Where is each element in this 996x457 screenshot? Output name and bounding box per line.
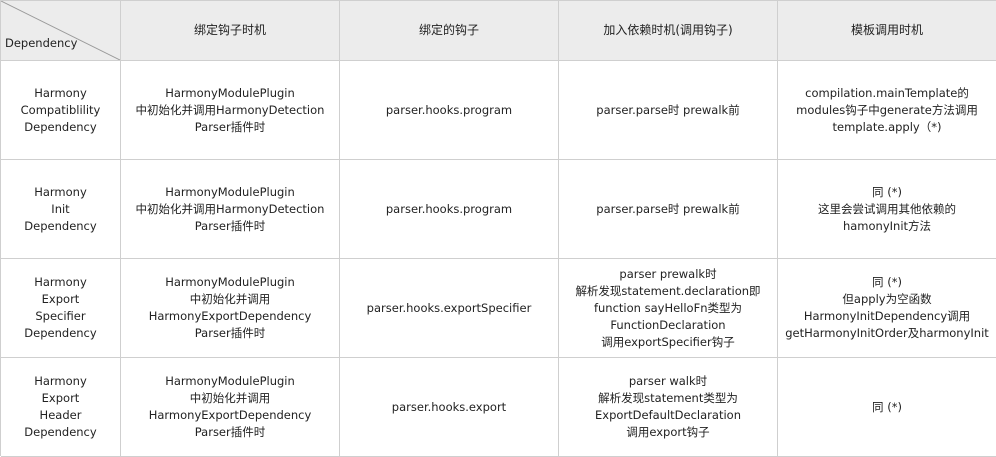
table-cell: compilation.mainTemplate的 modules钩子中gene… [778,61,996,160]
table-cell: 同 (*) 这里会尝试调用其他依赖的 hamonyInit方法 [778,160,996,259]
table-cell: HarmonyModulePlugin 中初始化并调用HarmonyDetect… [121,61,340,160]
row-header: Harmony Export Specifier Dependency [1,259,121,358]
column-header: 加入依赖时机(调用钩子) [559,1,778,61]
column-header: 绑定钩子时机 [121,1,340,61]
table-cell: parser.parse时 prewalk前 [559,160,778,259]
column-header: 模板调用时机 [778,1,996,61]
table-cell: HarmonyModulePlugin 中初始化并调用 HarmonyExpor… [121,259,340,358]
table-cell: parser.hooks.exportSpecifier [340,259,559,358]
table-cell: HarmonyModulePlugin 中初始化并调用 HarmonyExpor… [121,358,340,457]
dependency-table: Dependency 绑定钩子时机 绑定的钩子 加入依赖时机(调用钩子) 模板调… [0,0,996,457]
table-cell: 同 (*) [778,358,996,457]
row-header: Harmony Export Header Dependency [1,358,121,457]
table-cell: parser prewalk时 解析发现statement.declaratio… [559,259,778,358]
table-cell: HarmonyModulePlugin 中初始化并调用HarmonyDetect… [121,160,340,259]
row-header: Harmony Init Dependency [1,160,121,259]
row-header: Harmony Compatiblility Dependency [1,61,121,160]
table-cell: parser.hooks.program [340,160,559,259]
column-header: 绑定的钩子 [340,1,559,61]
table-cell: parser.hooks.program [340,61,559,160]
corner-label: Dependency [5,36,78,50]
table-cell: parser walk时 解析发现statement类型为 ExportDefa… [559,358,778,457]
table-cell: 同 (*) 但apply为空函数 HarmonyInitDependency调用… [778,259,996,358]
table-cell: parser.hooks.export [340,358,559,457]
corner-header-cell: Dependency [1,1,121,61]
table-cell: parser.parse时 prewalk前 [559,61,778,160]
